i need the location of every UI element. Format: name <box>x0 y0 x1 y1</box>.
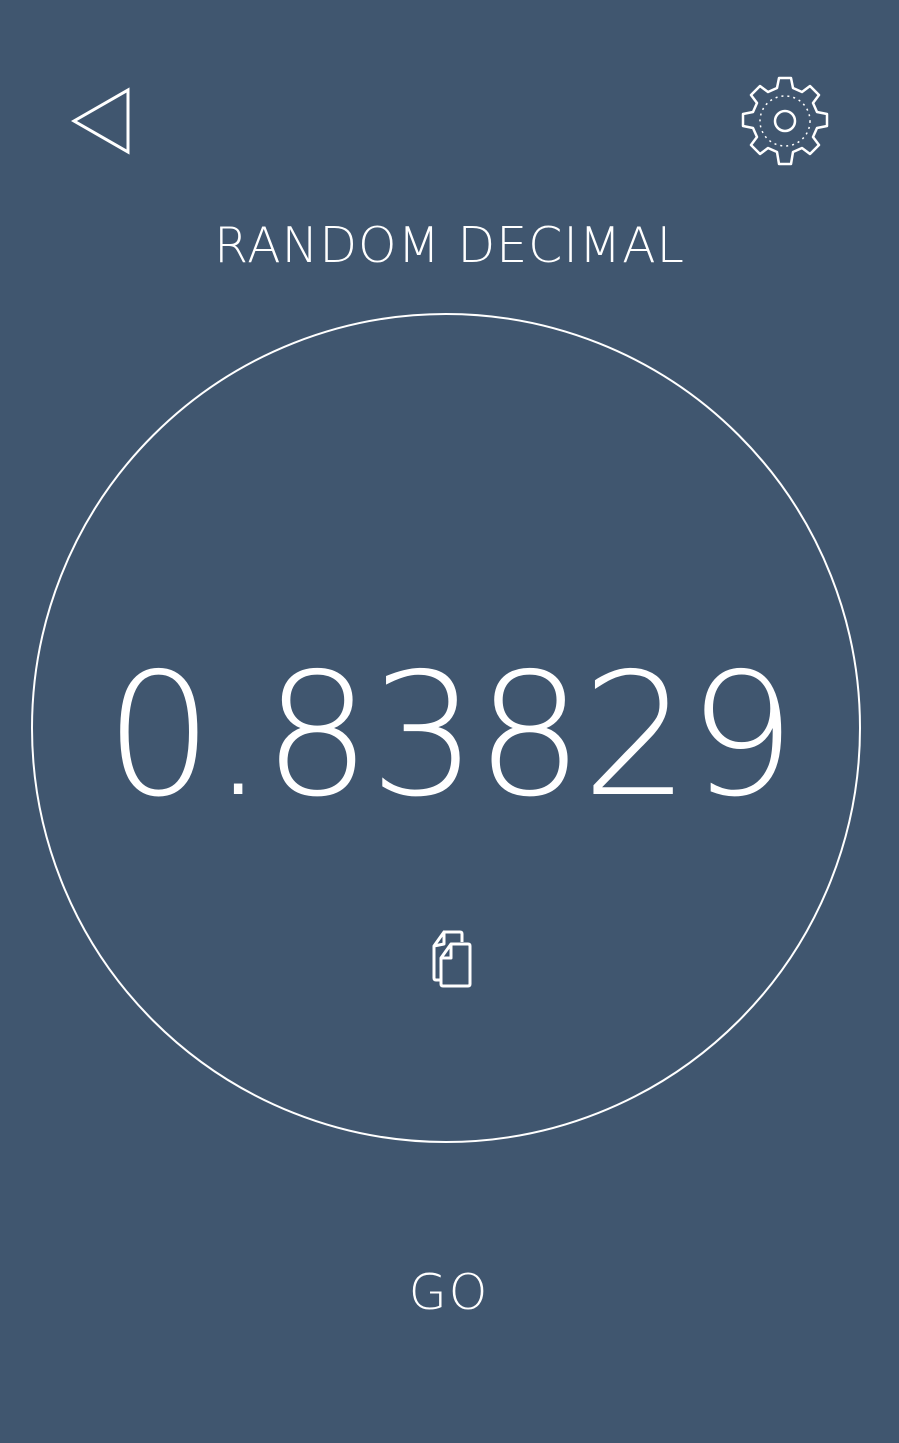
go-button[interactable]: GO <box>349 1258 549 1328</box>
back-button[interactable] <box>66 84 138 160</box>
copy-icon <box>432 930 472 988</box>
gear-icon <box>741 76 829 166</box>
page-title: RANDOM DECIMAL <box>214 217 685 274</box>
back-triangle-icon <box>70 87 130 155</box>
settings-button[interactable] <box>736 72 834 170</box>
copy-button[interactable] <box>422 928 478 990</box>
random-decimal-value: 0.83829 <box>105 637 796 835</box>
